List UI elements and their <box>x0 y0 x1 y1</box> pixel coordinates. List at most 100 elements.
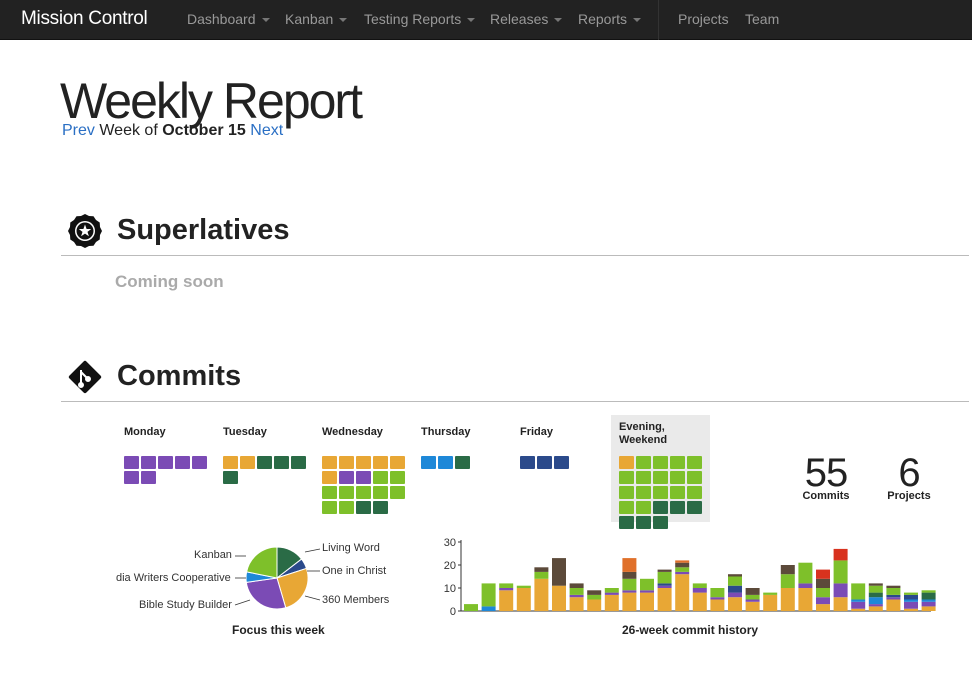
bar-segment <box>622 571 637 579</box>
bar-segment <box>640 592 654 611</box>
bar-segment <box>921 590 936 593</box>
bar-segment <box>710 599 725 611</box>
bar-segment <box>833 560 848 584</box>
bar-segment <box>692 583 707 588</box>
bar-segment <box>622 558 637 572</box>
bar-segment <box>868 585 883 593</box>
bar-segment <box>464 604 478 611</box>
bar-segment <box>728 597 742 611</box>
bar-segment <box>780 565 795 575</box>
bar-segment <box>904 592 918 595</box>
pie-label: Bible Study Builder <box>139 599 232 611</box>
bar-segment <box>868 583 883 586</box>
bar-segment <box>816 588 830 598</box>
pie-label: 360 Members <box>322 594 390 606</box>
pie-label: Kanban <box>194 549 232 561</box>
bar-segment <box>816 578 830 588</box>
bar-segment <box>886 599 901 611</box>
bar-segment <box>851 599 866 602</box>
bar-segment <box>921 601 936 607</box>
bar-segment <box>534 567 549 572</box>
bar-segment <box>921 592 936 600</box>
bar-segment <box>798 562 813 584</box>
bar-segment <box>886 594 901 598</box>
bar-segment <box>569 594 584 598</box>
bar-segment <box>657 588 672 611</box>
bar-segment <box>763 592 778 595</box>
bar-segment <box>710 588 725 598</box>
bar-segment <box>868 592 883 598</box>
bar-segment <box>516 585 531 588</box>
bar-segment <box>904 601 918 609</box>
bar-segment <box>552 558 566 586</box>
bar-segment <box>569 597 584 611</box>
bar-segment <box>481 583 496 607</box>
bar-segment <box>780 588 795 611</box>
bar-segment <box>675 567 690 572</box>
bar-segment <box>604 592 619 595</box>
pie-chart-title: Focus this week <box>232 623 325 637</box>
bar-segment <box>622 578 637 591</box>
bar-segment <box>886 588 901 595</box>
bar-segment <box>587 590 602 595</box>
bar-segment <box>499 583 514 588</box>
bar-segment <box>675 562 690 568</box>
bar-segment <box>640 578 654 591</box>
bar-segment <box>587 594 602 600</box>
pie-leader-line <box>304 548 321 553</box>
bar-segment <box>886 585 901 588</box>
bar-segment <box>886 597 901 600</box>
bar-segment <box>640 590 654 593</box>
bar-segment <box>534 571 549 579</box>
bar-segment <box>763 594 778 611</box>
y-tick-label: 0 <box>450 606 456 618</box>
bar-chart-title: 26-week commit history <box>622 623 759 637</box>
bar-segment <box>728 574 742 577</box>
bar-segment <box>675 560 690 563</box>
bar-segment <box>816 604 830 611</box>
bar-segment <box>622 590 637 593</box>
y-tick-label: 20 <box>444 560 456 572</box>
bar-segment <box>657 585 672 588</box>
bar-segment <box>552 585 566 611</box>
bar-segment <box>692 592 707 611</box>
bar-segment <box>921 606 936 611</box>
bar-segment <box>904 599 918 602</box>
bar-segment <box>710 597 725 600</box>
bar-segment <box>798 583 813 588</box>
y-tick-label: 30 <box>444 537 456 549</box>
bar-segment <box>904 608 918 611</box>
bar-segment <box>499 590 514 611</box>
bar-segment <box>728 576 742 586</box>
bar-segment <box>569 583 584 588</box>
bar-segment <box>569 588 584 595</box>
bar-segment <box>798 588 813 611</box>
pie-label: Living Word <box>322 542 380 554</box>
bar-segment <box>657 569 672 572</box>
bar-segment <box>868 604 883 607</box>
bar-segment <box>657 571 672 584</box>
bar-segment <box>851 601 866 609</box>
pie-leader-line <box>304 595 321 601</box>
pie-label: One in Christ <box>322 565 387 577</box>
bar-segment <box>851 608 866 611</box>
pie-label: dia Writers Cooperative <box>116 572 231 584</box>
bar-segment <box>728 585 742 593</box>
bar-segment <box>675 571 690 575</box>
bar-segment <box>780 574 795 588</box>
bar-segment <box>868 597 883 605</box>
bar-segment <box>622 592 637 611</box>
bar-segment <box>534 578 549 611</box>
bar-segment <box>587 599 602 611</box>
bar-segment <box>745 601 760 611</box>
bar-segment <box>921 599 936 602</box>
bar-segment <box>604 588 619 593</box>
bar-segment <box>816 569 830 579</box>
bar-segment <box>499 588 514 591</box>
bar-segment <box>868 606 883 611</box>
bar-segment <box>745 594 760 600</box>
bar-segment <box>604 594 619 611</box>
bar-segment <box>675 574 690 611</box>
y-tick-label: 10 <box>444 583 456 595</box>
bar-segment <box>692 588 707 593</box>
